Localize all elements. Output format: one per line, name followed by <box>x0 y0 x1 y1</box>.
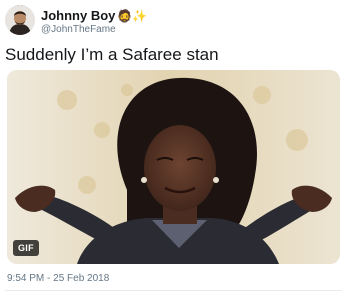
name-emojis: 🧔✨ <box>117 8 148 23</box>
tweet-media-gif[interactable]: GIF <box>7 70 340 264</box>
author-handle[interactable]: @JohnTheFame <box>41 24 116 36</box>
tweet-timestamp[interactable]: 9:54 PM - 25 Feb 2018 <box>7 273 109 285</box>
avatar[interactable] <box>5 5 35 35</box>
gif-badge: GIF <box>13 240 39 256</box>
tweet-text: Suddenly I’m a Safaree stan <box>5 45 219 64</box>
gif-image <box>7 70 340 264</box>
avatar-image <box>5 5 35 35</box>
author-display-name: Johnny Boy <box>41 8 116 23</box>
author-name[interactable]: Johnny Boy 🧔✨ <box>41 8 147 23</box>
divider <box>5 290 342 291</box>
